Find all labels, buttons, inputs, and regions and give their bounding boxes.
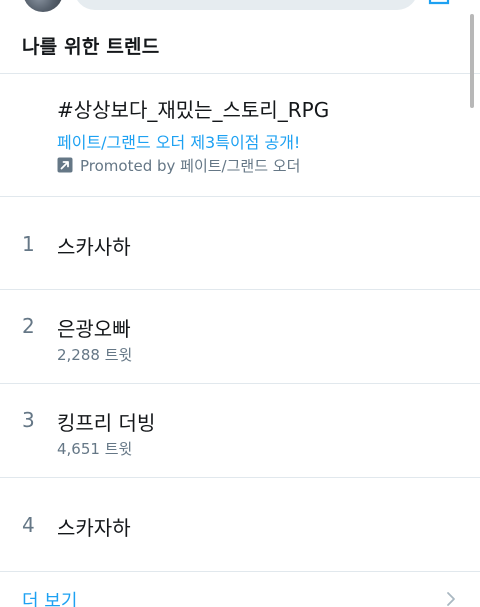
trend-rank: 1	[22, 232, 35, 256]
show-more-link[interactable]: 더 보기	[22, 587, 77, 607]
promoted-trend[interactable]: #상상보다_재밌는_스토리_RPG 페이트/그랜드 오더 제3특이점 공개! P…	[0, 74, 480, 197]
section-title: 나를 위한 트렌드	[22, 36, 160, 58]
promoted-hashtag[interactable]: #상상보다_재밌는_스토리_RPG	[57, 94, 329, 123]
promoted-icon	[57, 157, 73, 173]
trend-item[interactable]: 2 은광오빠 2,288 트윗	[0, 290, 480, 384]
trend-rank: 4	[22, 513, 35, 537]
trend-name[interactable]: 스카자하	[57, 512, 131, 541]
trend-item[interactable]: 4 스카자하	[0, 478, 480, 572]
promoted-by-line: Promoted by 페이트/그랜드 오더	[57, 154, 300, 176]
search-input[interactable]	[74, 0, 418, 10]
trend-tweet-count: 2,288 트윗	[57, 346, 133, 364]
trend-item[interactable]: 3 킹프리 더빙 4,651 트윗	[0, 384, 480, 478]
trends-panel: 나를 위한 트렌드 #상상보다_재밌는_스토리_RPG 페이트/그랜드 오더 제…	[0, 14, 480, 607]
top-bar	[0, 0, 480, 14]
trend-tweet-count: 4,651 트윗	[57, 440, 133, 458]
scrollbar[interactable]	[470, 14, 474, 108]
promoted-description: 페이트/그랜드 오더 제3특이점 공개!	[57, 133, 301, 152]
trend-name[interactable]: 은광오빠	[57, 313, 131, 342]
trend-name[interactable]: 킹프리 더빙	[57, 407, 155, 436]
show-more-row[interactable]: 더 보기	[0, 572, 480, 607]
chevron-right-icon	[447, 592, 455, 606]
trend-item[interactable]: 1 스카사하	[0, 197, 480, 290]
trend-rank: 3	[22, 408, 35, 432]
promoted-by-text: Promoted by 페이트/그랜드 오더	[80, 156, 301, 175]
avatar[interactable]	[23, 0, 63, 12]
trend-name[interactable]: 스카사하	[57, 231, 131, 260]
compose-icon[interactable]	[428, 0, 450, 6]
trends-header: 나를 위한 트렌드	[0, 14, 480, 74]
trend-rank: 2	[22, 314, 35, 338]
